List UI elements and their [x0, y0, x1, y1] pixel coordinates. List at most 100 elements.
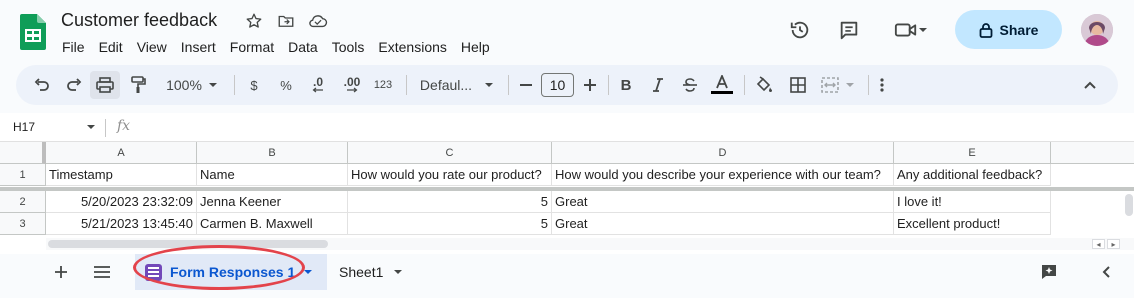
- horizontal-scrollbar[interactable]: [46, 238, 1134, 250]
- percent-format-button[interactable]: %: [276, 65, 296, 105]
- share-button[interactable]: Share: [955, 10, 1062, 49]
- increase-decimal-label: .00: [343, 75, 361, 89]
- cell-d2[interactable]: Great: [552, 191, 894, 213]
- all-sheets-icon[interactable]: [89, 259, 115, 285]
- decrease-font-size-icon[interactable]: [516, 65, 536, 105]
- cell-b3[interactable]: Carmen B. Maxwell: [197, 213, 348, 235]
- font-family-select[interactable]: Defaul...: [416, 65, 498, 105]
- select-all-corner[interactable]: [0, 142, 46, 164]
- column-header-d[interactable]: D: [552, 142, 894, 164]
- column-header-c[interactable]: C: [348, 142, 552, 164]
- star-icon[interactable]: [244, 11, 264, 31]
- cell-b1[interactable]: Name: [197, 164, 348, 186]
- number-format-button[interactable]: 123: [372, 65, 394, 105]
- cell-d1[interactable]: How would you describe your experience w…: [552, 164, 894, 186]
- increase-font-size-icon[interactable]: [580, 65, 600, 105]
- table-row: 3 5/21/2023 13:45:40 Carmen B. Maxwell 5…: [0, 213, 1134, 235]
- menu-help[interactable]: Help: [454, 37, 497, 57]
- row-header-2[interactable]: 2: [0, 191, 46, 213]
- print-icon[interactable]: [90, 71, 120, 99]
- arrow-left-icon: [312, 87, 323, 93]
- zoom-select[interactable]: 100%: [158, 65, 226, 105]
- cell-b2[interactable]: Jenna Keener: [197, 191, 348, 213]
- menu-edit[interactable]: Edit: [92, 37, 130, 57]
- avatar-image: [1081, 14, 1113, 46]
- arrow-right-icon: [347, 87, 358, 93]
- menu-view[interactable]: View: [130, 37, 174, 57]
- chevron-down-icon: [485, 83, 494, 87]
- meet-button[interactable]: [885, 10, 937, 50]
- chevron-down-icon: [919, 28, 927, 32]
- cell-a3[interactable]: 5/21/2023 13:45:40: [46, 213, 197, 235]
- merge-cells-icon: [821, 77, 839, 93]
- version-history-icon[interactable]: [780, 10, 820, 50]
- tab-form-responses-1[interactable]: Form Responses 1: [135, 254, 327, 290]
- cell-e3[interactable]: Excellent product!: [894, 213, 1051, 235]
- menu-data[interactable]: Data: [281, 37, 325, 57]
- paint-format-icon[interactable]: [126, 65, 150, 105]
- header: Customer feedback File Edit View Insert …: [0, 0, 1134, 62]
- collapse-side-panel-icon[interactable]: [1093, 259, 1119, 285]
- tab-sheet1[interactable]: Sheet1: [339, 254, 403, 290]
- fill-color-icon[interactable]: [752, 65, 776, 105]
- column-header-row: A B C D E: [0, 142, 1134, 164]
- bold-button[interactable]: B: [616, 65, 636, 105]
- cell-e1[interactable]: Any additional feedback?: [894, 164, 1051, 186]
- font-size-input[interactable]: 10: [541, 73, 574, 97]
- menu-tools[interactable]: Tools: [325, 37, 372, 57]
- menu-extensions[interactable]: Extensions: [371, 37, 453, 57]
- avatar[interactable]: [1081, 14, 1113, 46]
- text-color-icon[interactable]: [710, 65, 734, 105]
- cell-c3[interactable]: 5: [348, 213, 552, 235]
- column-header-e[interactable]: E: [894, 142, 1051, 164]
- menu-file[interactable]: File: [55, 37, 92, 57]
- cell-a1[interactable]: Timestamp: [46, 164, 197, 186]
- horizontal-scroll-thumb[interactable]: [48, 240, 328, 248]
- move-to-folder-icon[interactable]: [276, 11, 296, 31]
- column-header-a[interactable]: A: [46, 142, 197, 164]
- explore-icon[interactable]: [1036, 259, 1062, 285]
- strikethrough-icon[interactable]: [680, 65, 700, 105]
- chevron-down-icon: [304, 270, 313, 274]
- font-family-value: Defaul...: [419, 77, 473, 93]
- add-sheet-icon[interactable]: [48, 259, 74, 285]
- document-title[interactable]: Customer feedback: [61, 10, 217, 31]
- toolbar-divider: [508, 75, 509, 95]
- sheet-tabs-bar: Form Responses 1 Sheet1: [0, 254, 1134, 290]
- chevron-down-icon[interactable]: [86, 122, 96, 132]
- vertical-scroll-thumb[interactable]: [1125, 194, 1133, 216]
- cloud-status-icon[interactable]: [308, 11, 328, 31]
- form-icon: [145, 263, 162, 281]
- menu-format[interactable]: Format: [223, 37, 281, 57]
- collapse-toolbar-icon[interactable]: [1080, 65, 1100, 105]
- merge-cells-button[interactable]: [818, 65, 858, 105]
- row-header-1[interactable]: 1: [0, 164, 46, 186]
- increase-decimal-button[interactable]: .00: [338, 65, 366, 105]
- menu-insert[interactable]: Insert: [174, 37, 223, 57]
- toolbar-divider: [744, 75, 745, 95]
- vertical-scrollbar[interactable]: [1122, 187, 1134, 247]
- scroll-right-icon[interactable]: ▸: [1107, 239, 1120, 249]
- decrease-decimal-button[interactable]: .0: [306, 65, 330, 105]
- cell-c1[interactable]: How would you rate our product?: [348, 164, 552, 186]
- cell-a2[interactable]: 5/20/2023 23:32:09: [46, 191, 197, 213]
- borders-icon[interactable]: [786, 65, 810, 105]
- comments-icon[interactable]: [829, 10, 869, 50]
- cell-e2[interactable]: I love it!: [894, 191, 1051, 213]
- zoom-value: 100%: [166, 77, 202, 93]
- tab-label: Form Responses 1: [170, 264, 296, 280]
- spreadsheet-app: Customer feedback File Edit View Insert …: [0, 0, 1134, 298]
- currency-format-button[interactable]: $: [244, 65, 264, 105]
- title-icons: [244, 11, 328, 31]
- column-header-b[interactable]: B: [197, 142, 348, 164]
- cell-d3[interactable]: Great: [552, 213, 894, 235]
- redo-icon[interactable]: [62, 65, 86, 105]
- cell-c2[interactable]: 5: [348, 191, 552, 213]
- scroll-left-icon[interactable]: ◂: [1092, 239, 1105, 249]
- more-options-icon[interactable]: [874, 65, 890, 105]
- sheets-logo-icon[interactable]: [20, 14, 46, 50]
- row-header-3[interactable]: 3: [0, 213, 46, 235]
- undo-icon[interactable]: [30, 65, 54, 105]
- italic-icon[interactable]: [648, 65, 668, 105]
- name-box[interactable]: H17: [13, 120, 35, 134]
